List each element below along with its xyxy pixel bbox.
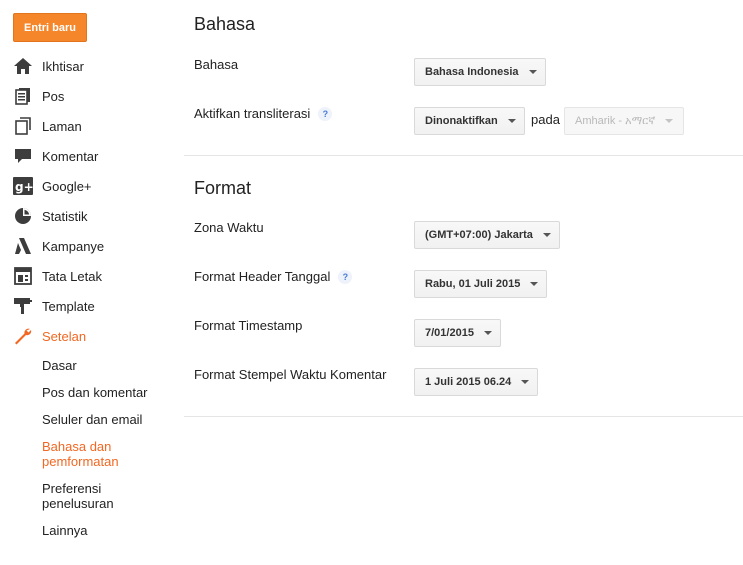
transliteration-select[interactable]: Dinonaktifkan (414, 107, 525, 135)
sidebar-item-label: Template (42, 298, 95, 314)
language-label: Bahasa (194, 57, 238, 72)
comment-icon (13, 147, 33, 165)
chevron-down-icon (530, 282, 539, 286)
chevron-down-icon (483, 331, 492, 335)
language-section-title: Bahasa (194, 14, 256, 34)
sidebar-item-label: Google+ (42, 178, 92, 194)
sidebar: Entri baru Ikhtisar Pos Laman Komentar g… (0, 0, 175, 565)
transliteration-language-value: Amharik - አማርኛ (575, 114, 656, 127)
language-select-value: Bahasa Indonesia (425, 66, 519, 78)
timestamp-select[interactable]: 7/01/2015 (414, 319, 501, 347)
timezone-label: Zona Waktu (194, 220, 264, 235)
new-post-button[interactable]: Entri baru (13, 13, 87, 42)
svg-text:g+: g+ (15, 180, 33, 194)
sidebar-item-posts[interactable]: Pos (0, 81, 175, 111)
sidebar-item-label: Ikhtisar (42, 58, 84, 74)
timestamp-label: Format Timestamp (194, 318, 302, 333)
comment-timestamp-select-value: 1 Juli 2015 06.24 (425, 376, 512, 388)
home-icon (13, 57, 33, 75)
divider (184, 155, 743, 156)
google-plus-icon: g+ (13, 177, 33, 195)
date-header-label: Format Header Tanggal ? (194, 269, 353, 284)
sidebar-item-label: Setelan (42, 328, 87, 344)
sidebar-item-template[interactable]: Template (0, 291, 175, 321)
sidebar-item-label: Kampanye (42, 238, 105, 254)
sidebar-item-pages[interactable]: Laman (0, 111, 175, 141)
timezone-label-text: Zona Waktu (194, 220, 264, 235)
timezone-select-value: (GMT+07:00) Jakarta (425, 229, 533, 241)
help-icon[interactable]: ? (318, 106, 333, 121)
sidebar-item-label: Statistik (42, 208, 88, 224)
settings-sub-mobile-email[interactable]: Seluler dan email (42, 412, 142, 427)
language-label-text: Bahasa (194, 57, 239, 72)
timezone-select[interactable]: (GMT+07:00) Jakarta (414, 221, 560, 249)
chevron-down-icon (507, 119, 516, 123)
chevron-down-icon (528, 70, 537, 74)
transliteration-language-select: Amharik - አማርኛ (564, 107, 684, 135)
pages-icon (13, 117, 33, 135)
sidebar-item-label: Pos (42, 88, 65, 104)
format-section-title: Format (194, 178, 252, 198)
chevron-down-icon (542, 233, 551, 237)
transliteration-select-value: Dinonaktifkan (425, 115, 498, 127)
sidebar-item-stats[interactable]: Statistik (0, 201, 175, 231)
sidebar-item-overview[interactable]: Ikhtisar (0, 51, 175, 81)
campaign-icon (13, 237, 33, 255)
timestamp-label-text: Format Timestamp (194, 318, 303, 333)
help-icon[interactable]: ? (338, 269, 353, 284)
settings-sub-posts-comments[interactable]: Pos dan komentar (42, 385, 148, 400)
timestamp-select-value: 7/01/2015 (425, 327, 474, 339)
sidebar-item-label: Komentar (42, 148, 99, 164)
date-header-label-text: Format Header Tanggal (194, 269, 331, 284)
wrench-icon (13, 327, 33, 345)
sidebar-item-label: Laman (42, 118, 82, 134)
settings-sub-language-formatting[interactable]: Bahasa dan pemformatan (42, 439, 152, 469)
divider (184, 416, 743, 417)
settings-sub-search-preferences[interactable]: Preferensi penelusuran (42, 481, 152, 511)
settings-sub-basic[interactable]: Dasar (42, 358, 77, 373)
date-header-select[interactable]: Rabu, 01 Juli 2015 (414, 270, 548, 298)
transliteration-label: Aktifkan transliterasi ? (194, 106, 333, 121)
sidebar-item-campaign[interactable]: Kampanye (0, 231, 175, 261)
main-content: Bahasa Bahasa Bahasa Indonesia Aktifkan … (184, 0, 743, 565)
sidebar-item-layout[interactable]: Tata Letak (0, 261, 175, 291)
sidebar-item-google-plus[interactable]: g+ Google+ (0, 171, 175, 201)
chevron-down-icon (521, 380, 530, 384)
sidebar-nav: Ikhtisar Pos Laman Komentar g+ Google+ S… (0, 51, 175, 351)
sidebar-item-comments[interactable]: Komentar (0, 141, 175, 171)
date-header-select-value: Rabu, 01 Juli 2015 (425, 278, 521, 290)
language-select[interactable]: Bahasa Indonesia (414, 58, 546, 86)
chevron-down-icon (665, 119, 674, 123)
comment-timestamp-label: Format Stempel Waktu Komentar (194, 367, 386, 382)
settings-sub-other[interactable]: Lainnya (42, 523, 88, 538)
sidebar-item-label: Tata Letak (42, 268, 102, 284)
posts-icon (13, 87, 33, 105)
template-icon (13, 297, 33, 315)
transliteration-label-text: Aktifkan transliterasi (194, 106, 311, 121)
comment-timestamp-select[interactable]: 1 Juli 2015 06.24 (414, 368, 539, 396)
stats-icon (13, 207, 33, 225)
sidebar-item-settings[interactable]: Setelan (0, 321, 175, 351)
comment-timestamp-label-text: Format Stempel Waktu Komentar (194, 367, 387, 382)
layout-icon (13, 267, 33, 285)
pada-label: pada (531, 112, 560, 127)
